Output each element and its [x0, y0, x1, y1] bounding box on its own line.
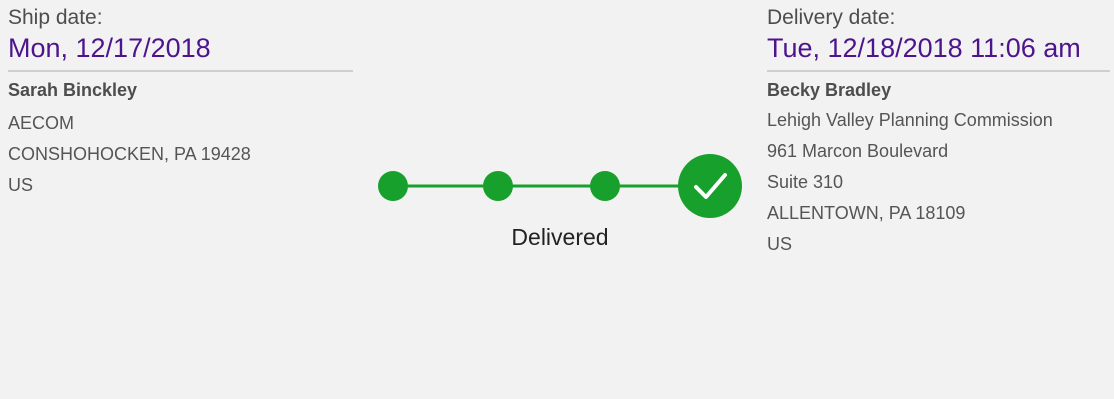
recipient-name: Becky Bradley — [767, 80, 892, 100]
delivery-date-label: Delivery date: — [767, 6, 896, 29]
progress-step-3 — [590, 171, 620, 201]
recipient-address-line: 961 Marcon Boulevard — [767, 141, 949, 161]
delivery-divider — [767, 70, 1110, 72]
recipient-address-line: Suite 310 — [767, 172, 844, 192]
progress-step-2 — [483, 171, 513, 201]
delivery-date: Tue, 12/18/2018 11:06 am — [767, 33, 1081, 63]
delivery-info: Delivery date: Tue, 12/18/2018 11:06 am … — [767, 0, 1112, 260]
progress-step-4 — [678, 154, 742, 218]
progress-step-1 — [378, 171, 408, 201]
delivery-status: Delivered — [511, 224, 609, 250]
recipient-address: Lehigh Valley Planning Commission 961 Ma… — [767, 105, 1112, 260]
recipient-address-line: Lehigh Valley Planning Commission — [767, 110, 1053, 130]
recipient-address-line: ALLENTOWN, PA 18109 — [767, 203, 966, 223]
recipient-address-line: US — [767, 234, 793, 254]
